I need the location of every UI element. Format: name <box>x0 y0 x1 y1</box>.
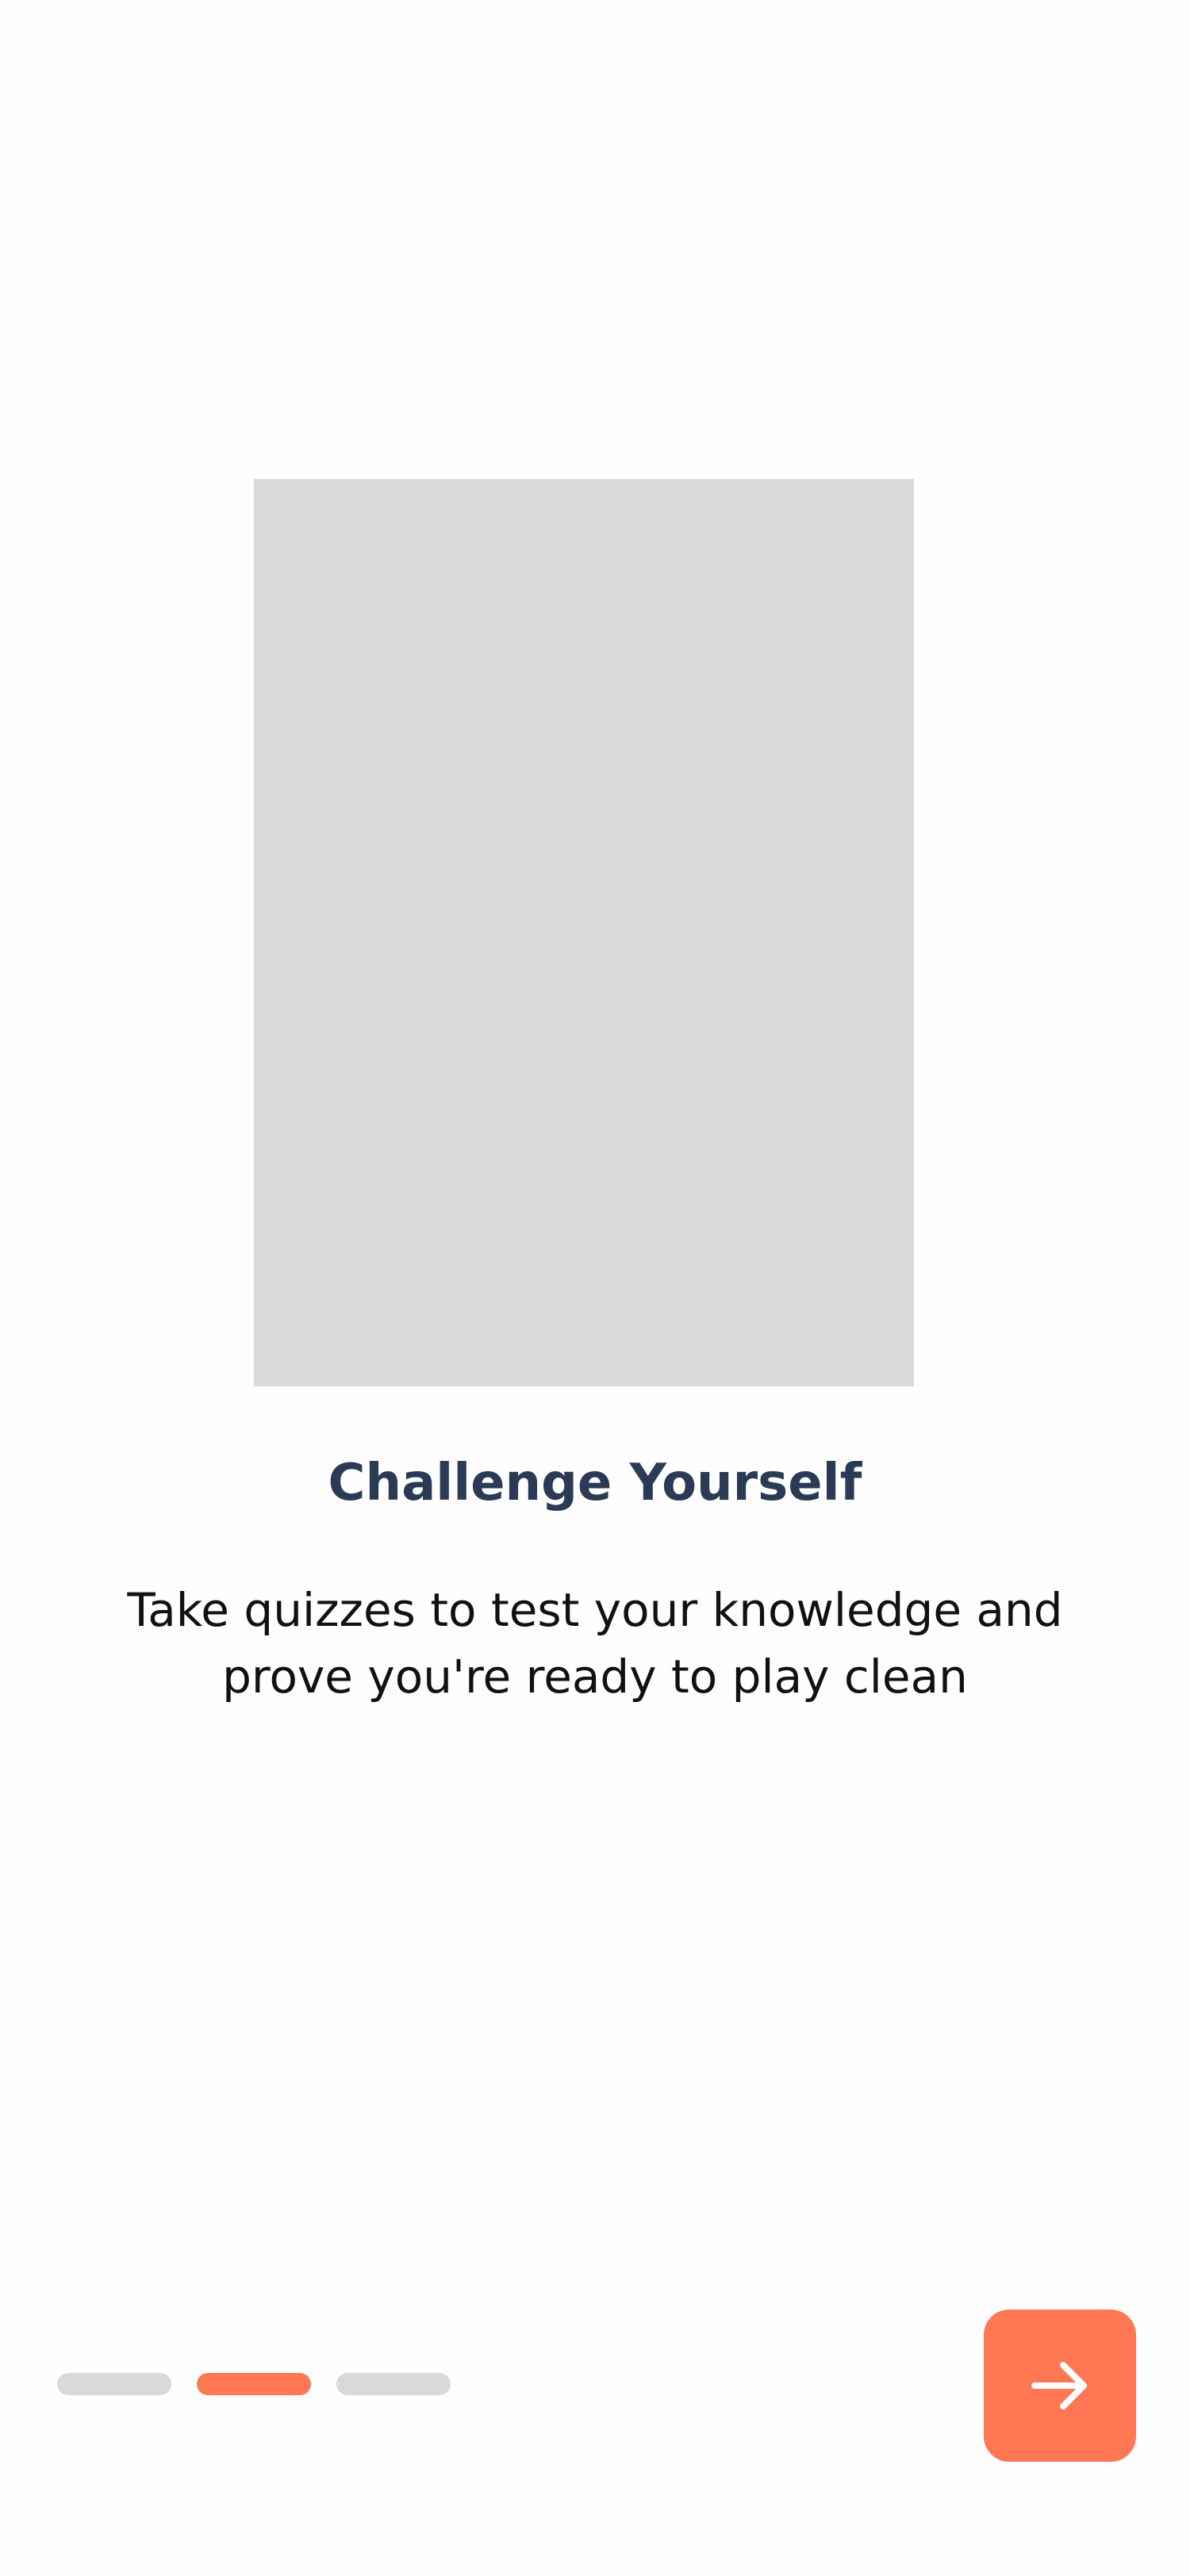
onboarding-illustration <box>254 479 914 1386</box>
next-button[interactable] <box>984 2310 1136 2462</box>
page-indicator <box>57 2373 451 2395</box>
onboarding-title: Challenge Yourself <box>328 1454 862 1512</box>
arrow-right-icon <box>1028 2354 1092 2417</box>
page-indicator-step-1[interactable] <box>57 2373 171 2395</box>
page-indicator-step-2-active[interactable] <box>197 2373 311 2395</box>
onboarding-screen: Challenge Yourself Take quizzes to test … <box>0 0 1190 2576</box>
page-indicator-step-3[interactable] <box>336 2373 451 2395</box>
onboarding-description: Take quizzes to test your knowledge and … <box>127 1583 1063 1704</box>
